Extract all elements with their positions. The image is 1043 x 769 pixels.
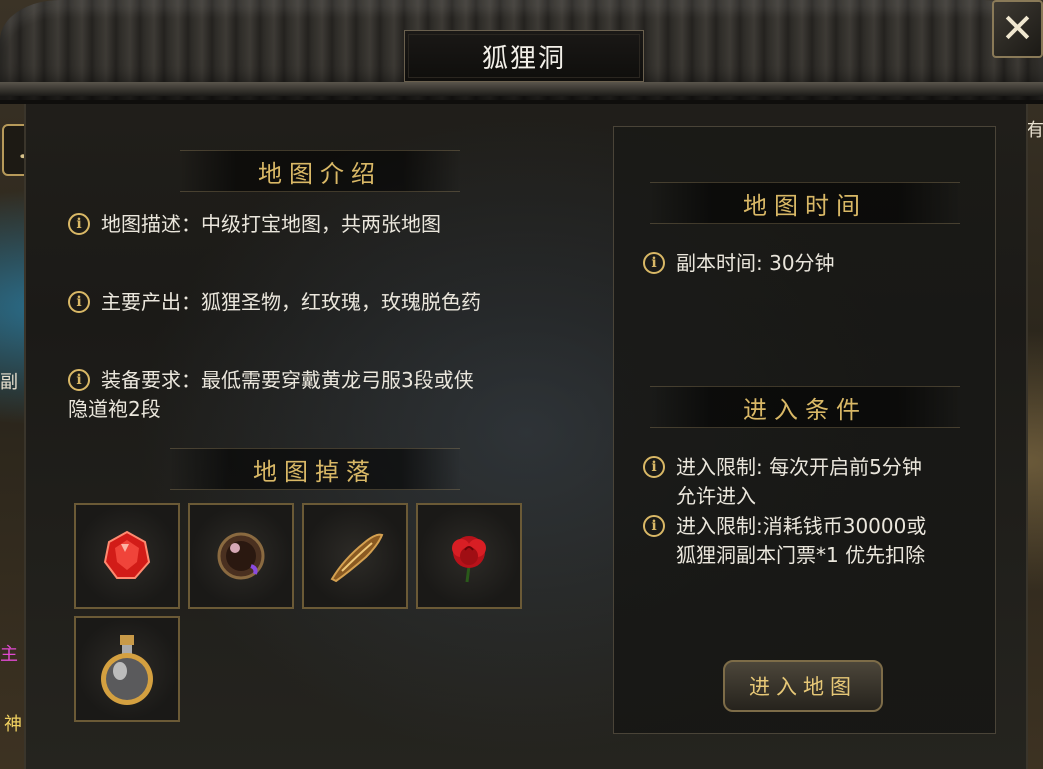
drop-slot-golden-relic[interactable] [302,503,408,609]
drop-slot-purple-orb[interactable] [188,503,294,609]
info-icon: i [68,369,90,391]
drop-slot-red-gem[interactable] [74,503,180,609]
condition-2-text: 进入限制:消耗钱币30000或 狐狸洞副本门票*1 优先扣除 [676,512,926,570]
condition-1-line1: 进入限制: 每次开启前5分钟 [676,455,922,479]
info-row-description: i 地图描述：中级打宝地图，共两张地图 [68,210,568,239]
red-gem-icon [103,530,151,579]
golden-relic-icon [330,533,384,583]
output-text: 主要产出：狐狸圣物，红玫瑰，玫瑰脱色药 [101,290,481,314]
description-text: 地图描述：中级打宝地图，共两张地图 [101,212,441,236]
section-title-drops: 地图掉落 [170,448,460,490]
world-text: 神 [4,714,22,735]
world-text: 主 [0,644,18,665]
section-title-conditions: 进入条件 [650,386,960,428]
roof-eave [0,82,1043,96]
info-icon: i [643,252,665,274]
world-text: 副 [0,372,18,393]
info-row-condition-2: i 进入限制:消耗钱币30000或 狐狸洞副本门票*1 优先扣除 [643,512,988,570]
info-row-equipment: i 装备要求：最低需要穿戴黄龙弓服3段或侠 隐道袍2段 [68,366,568,424]
world-text: 有 [1026,120,1043,141]
info-icon: i [643,456,665,478]
section-title-intro: 地图介绍 [180,150,460,192]
red-rose-icon [452,536,486,583]
info-icon: i [68,291,90,313]
info-icon: i [68,213,90,235]
condition-2-line2: 狐狸洞副本门票*1 优先扣除 [676,543,926,567]
condition-1-line2: 允许进入 [676,484,756,508]
info-icon: i [643,515,665,537]
drop-slot-potion[interactable] [74,616,180,722]
time-text: 副本时间: 30分钟 [676,251,835,275]
drop-slot-red-rose[interactable] [416,503,522,609]
condition-2-line1: 进入限制:消耗钱币30000或 [676,514,927,538]
panel-title: 狐狸洞 [404,30,644,82]
condition-1-text: 进入限制: 每次开启前5分钟 允许进入 [676,453,922,511]
equipment-text-line1: 装备要求：最低需要穿戴黄龙弓服3段或侠 [101,368,474,392]
equipment-text: 装备要求：最低需要穿戴黄龙弓服3段或侠 隐道袍2段 [68,366,474,424]
potion-bottle-icon [101,635,153,705]
info-row-output: i 主要产出：狐狸圣物，红玫瑰，玫瑰脱色药 [68,288,568,317]
info-row-time: i 副本时间: 30分钟 [643,249,983,278]
close-button[interactable]: ✕ [992,0,1043,58]
section-title-time: 地图时间 [650,182,960,224]
enter-map-button[interactable]: 进入地图 [723,660,883,712]
equipment-text-line2: 隐道袍2段 [68,397,161,421]
purple-orb-icon [217,532,265,580]
close-icon: ✕ [1000,6,1035,52]
info-row-condition-1: i 进入限制: 每次开启前5分钟 允许进入 [643,453,988,511]
